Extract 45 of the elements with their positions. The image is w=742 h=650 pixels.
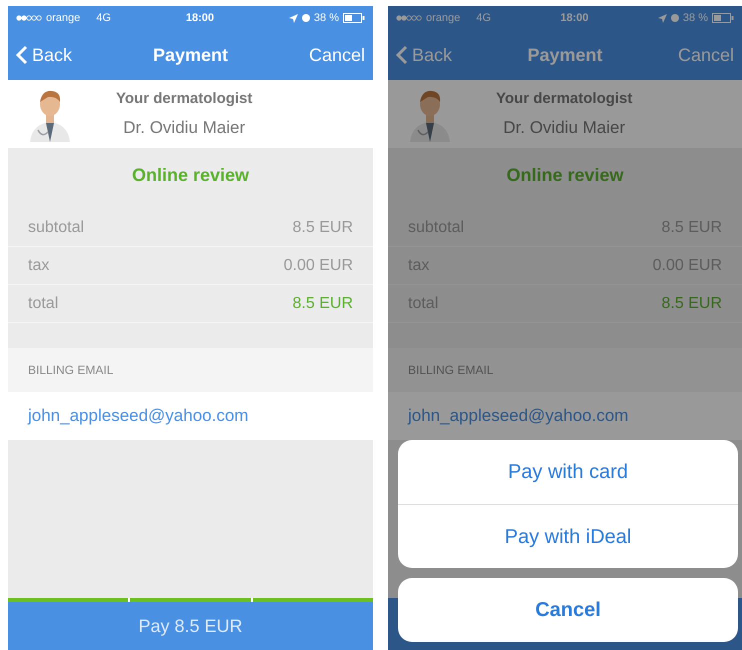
chevron-left-icon — [396, 45, 408, 65]
action-cancel-button[interactable]: Cancel — [398, 578, 738, 642]
signal-icon — [16, 15, 42, 21]
email-field[interactable]: john_appleseed@yahoo.com — [8, 392, 373, 440]
cancel-button[interactable]: Cancel — [678, 42, 734, 68]
service-title: Online review — [132, 164, 250, 187]
billing-email-label: BILLING EMAIL — [408, 362, 494, 379]
summary-label: tax — [28, 256, 50, 276]
screen-title: Payment — [152, 44, 228, 67]
alarm-icon — [670, 14, 679, 22]
doctor-role: Your dermatologist — [496, 89, 632, 109]
status-time: 18:00 — [186, 10, 214, 26]
action-option[interactable]: Pay with card — [398, 440, 738, 504]
back-button[interactable]: Back — [396, 42, 452, 68]
summary-value: 0.00 EUR — [284, 256, 353, 276]
summary-value: 8.5 EUR — [292, 218, 353, 238]
alarm-icon — [302, 14, 310, 22]
screen-title: Payment — [527, 44, 603, 67]
network-type: 4G — [476, 10, 491, 26]
doctor-name: Dr. Ovidiu Maier — [503, 116, 626, 138]
signal-icon — [396, 15, 422, 21]
battery-icon — [712, 13, 734, 23]
location-icon — [658, 14, 667, 22]
summary-value: 8.5 EUR — [292, 294, 353, 314]
network-type: 4G — [96, 10, 111, 26]
carrier-name: orange — [426, 10, 460, 26]
back-button[interactable]: Back — [16, 42, 72, 68]
pay-button[interactable]: Pay 8.5 EUR — [8, 602, 373, 650]
cancel-button[interactable]: Cancel — [308, 42, 365, 68]
summary-value: 8.5 EUR — [662, 294, 722, 314]
location-icon — [288, 14, 298, 22]
chevron-left-icon — [16, 45, 28, 65]
battery-level: 38 % — [682, 10, 708, 26]
battery-level: 38 % — [314, 10, 339, 26]
billing-email-label: BILLING EMAIL — [28, 362, 114, 379]
carrier-name: orange — [46, 10, 80, 26]
status-time: 18:00 — [560, 10, 588, 26]
email-field[interactable]: john_appleseed@yahoo.com — [388, 392, 742, 440]
battery-icon — [342, 13, 365, 23]
summary-label: total — [28, 294, 58, 314]
action-option[interactable]: Pay with iDeal — [398, 504, 738, 568]
doctor-role: Your dermatologist — [116, 89, 252, 109]
summary-label: subtotal — [28, 218, 84, 238]
doctor-name: Dr. Ovidiu Maier — [123, 116, 246, 138]
service-title: Online review — [506, 164, 624, 187]
